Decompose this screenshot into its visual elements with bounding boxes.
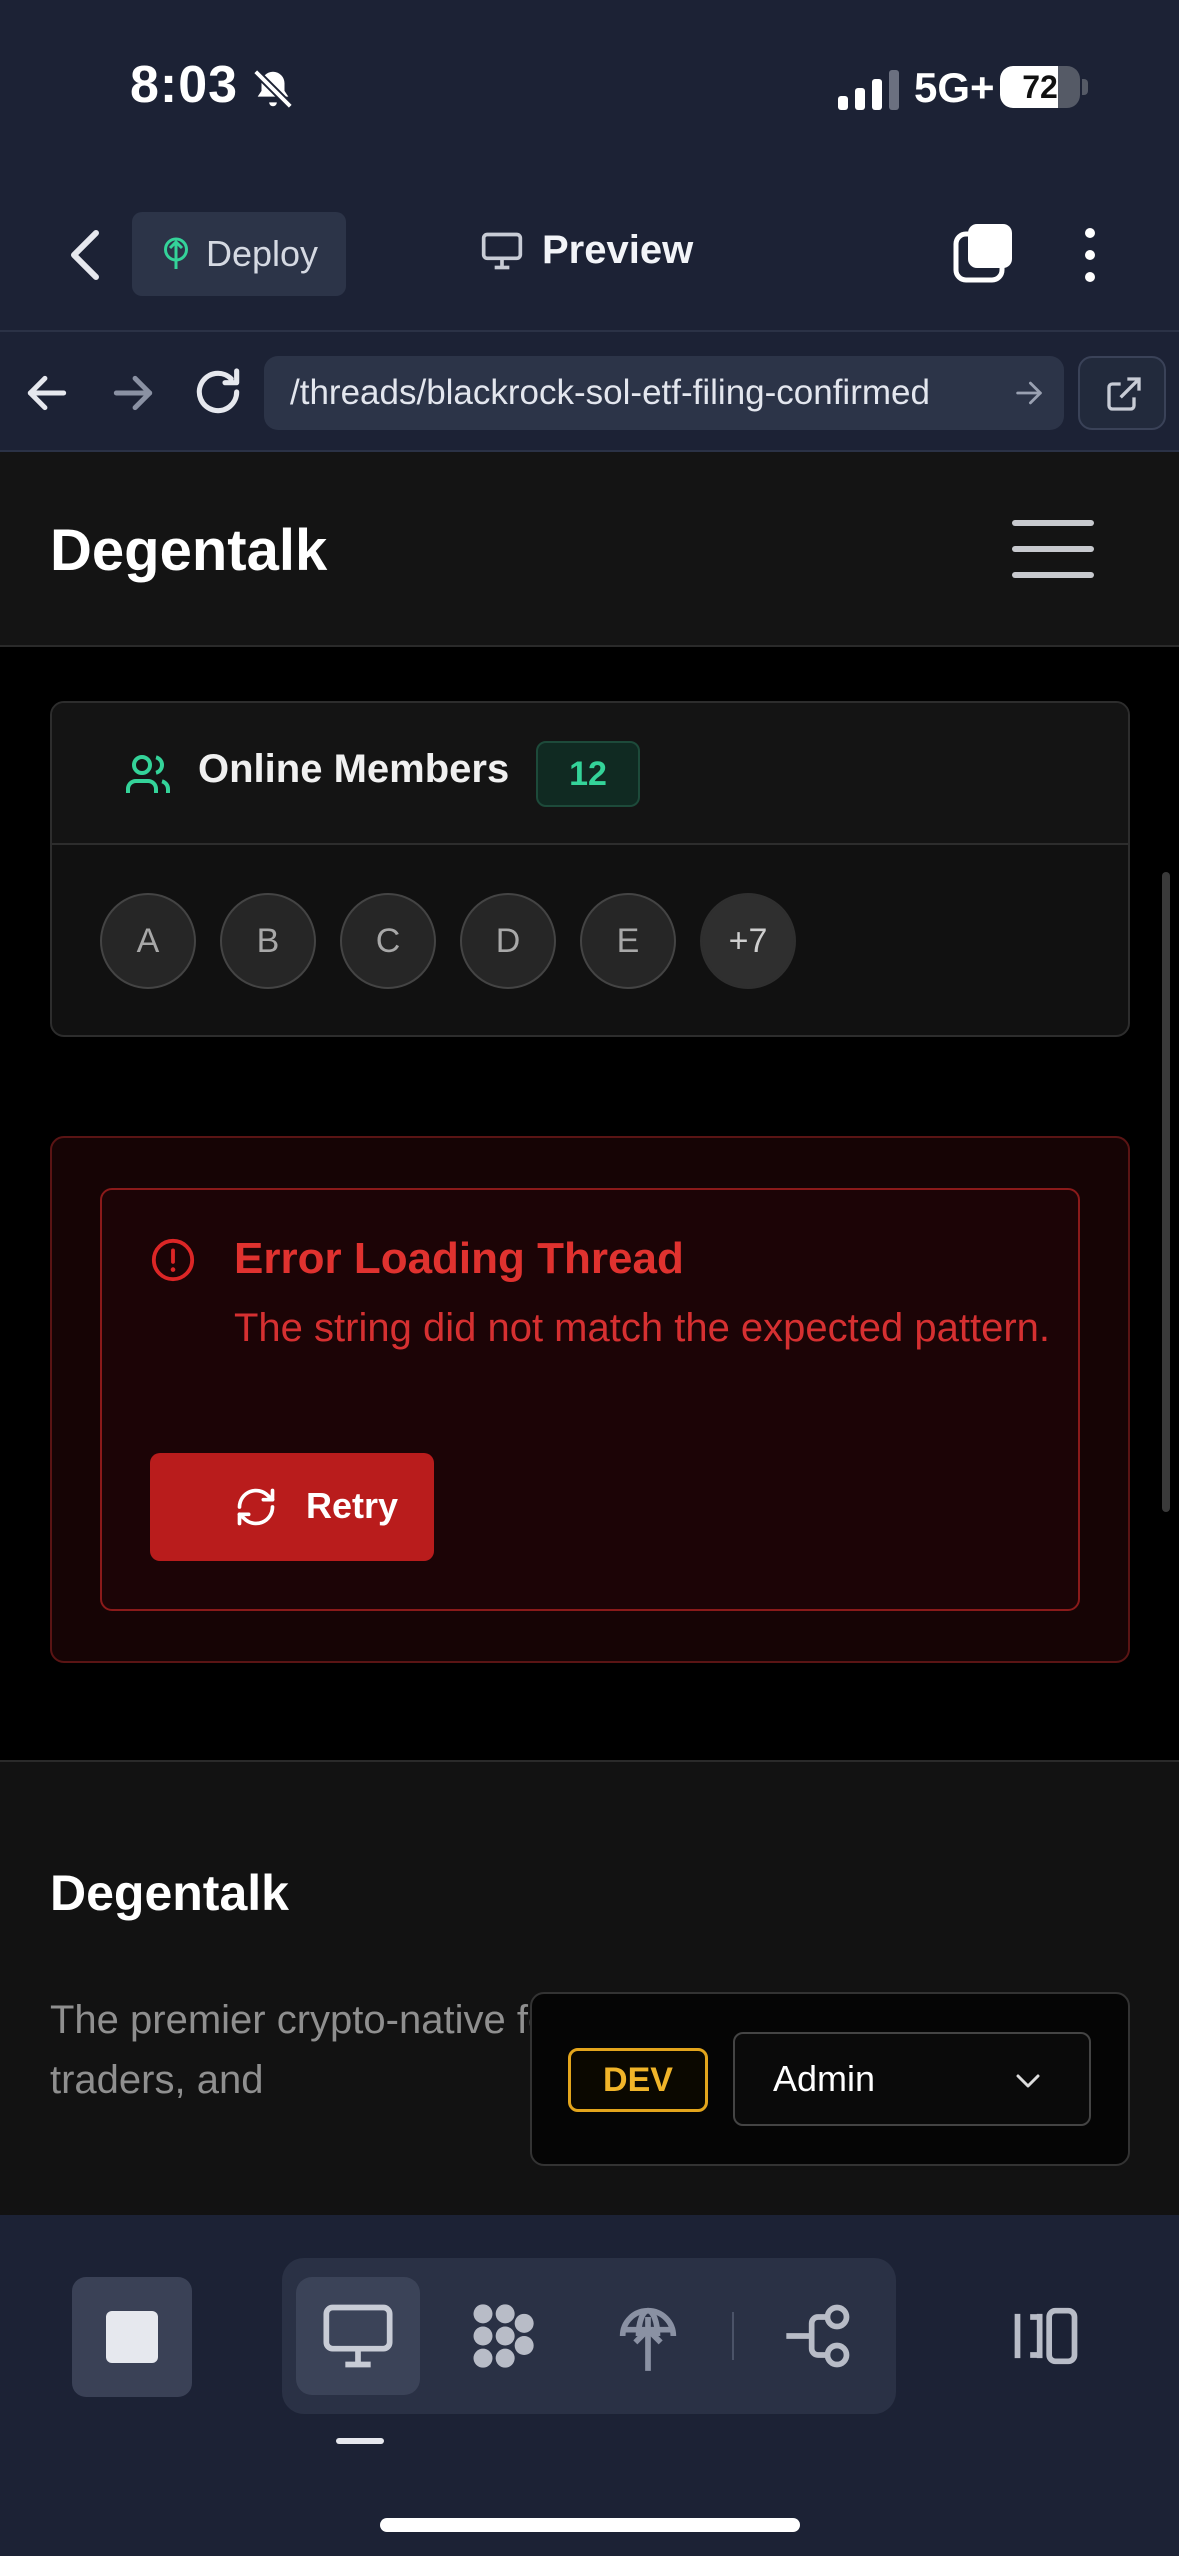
url-field[interactable]: /threads/blackrock-sol-etf-filing-confir… — [264, 356, 1064, 430]
member-avatar[interactable]: D — [460, 893, 556, 989]
site-logo[interactable]: Degentalk — [50, 517, 327, 584]
deploy-icon — [164, 237, 188, 269]
preview-label: Preview — [542, 228, 694, 272]
panel-layout-icon[interactable] — [1008, 2298, 1084, 2374]
retry-button[interactable]: Retry — [150, 1453, 434, 1561]
active-tab-indicator — [336, 2438, 384, 2444]
url-text: /threads/blackrock-sol-etf-filing-confir… — [290, 373, 930, 412]
deploy-globe-icon[interactable] — [610, 2298, 686, 2374]
dev-badge: DEV — [568, 2048, 708, 2112]
error-title: Error Loading Thread — [234, 1234, 684, 1283]
preview-tab[interactable]: Preview — [480, 228, 693, 273]
back-chevron-icon[interactable] — [60, 225, 110, 285]
online-members-title: Online Members — [198, 747, 510, 791]
retry-label: Retry — [306, 1485, 399, 1526]
member-avatars: A B C D E +7 — [100, 893, 820, 989]
member-avatar[interactable]: E — [580, 893, 676, 989]
arrow-left-icon[interactable] — [22, 368, 72, 418]
role-select-value: Admin — [773, 2058, 876, 2099]
battery-icon: 72 — [1000, 66, 1088, 108]
home-indicator[interactable] — [380, 2518, 800, 2532]
arrow-right-icon[interactable] — [108, 368, 158, 418]
external-link-icon — [1107, 377, 1141, 411]
refresh-icon — [237, 1488, 275, 1526]
alert-circle-icon — [151, 1238, 195, 1282]
pattern-icon[interactable] — [464, 2298, 540, 2374]
error-message: The string did not match the expected pa… — [234, 1306, 1051, 1350]
deploy-label: Deploy — [206, 233, 319, 274]
desktop-view-button[interactable] — [296, 2277, 420, 2395]
more-members-avatar[interactable]: +7 — [700, 893, 796, 989]
stop-button[interactable] — [72, 2277, 192, 2397]
more-options-icon[interactable] — [1070, 225, 1110, 285]
go-arrow-icon[interactable] — [1012, 376, 1046, 410]
member-avatar[interactable]: A — [100, 893, 196, 989]
battery-level: 72 — [1022, 69, 1058, 105]
deploy-button[interactable]: Deploy — [132, 212, 346, 296]
scrollbar[interactable] — [1162, 872, 1170, 1512]
online-count-badge: 12 — [536, 741, 640, 807]
online-members-card: Online Members 12 A B C D E +7 — [50, 701, 1130, 1037]
menu-icon[interactable] — [1012, 520, 1094, 580]
desktop-icon — [323, 2304, 393, 2368]
member-avatar[interactable]: B — [220, 893, 316, 989]
monitor-icon — [481, 232, 523, 269]
bell-muted-icon — [253, 69, 293, 109]
cellular-signal-icon — [838, 70, 899, 110]
tabs-icon[interactable] — [952, 222, 1014, 284]
reload-icon[interactable] — [190, 364, 246, 420]
member-avatar[interactable]: C — [340, 893, 436, 989]
stop-icon — [106, 2311, 158, 2363]
network-type: 5G+ — [914, 64, 995, 111]
open-external-button[interactable] — [1078, 356, 1166, 430]
toolbar-divider — [732, 2312, 734, 2360]
chevron-down-icon — [1016, 2074, 1040, 2088]
online-members-header: Online Members 12 — [52, 703, 1128, 845]
flow-icon[interactable] — [780, 2298, 856, 2374]
users-icon — [126, 755, 170, 793]
footer-brand: Degentalk — [50, 1865, 289, 1921]
role-select[interactable]: Admin — [733, 2032, 1091, 2126]
status-time: 8:03 — [130, 56, 239, 114]
